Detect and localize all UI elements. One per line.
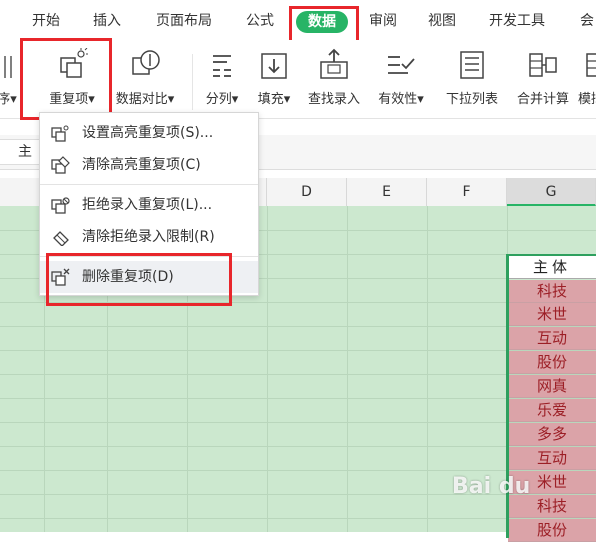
fill-icon (261, 53, 287, 79)
dropdown-list-button[interactable]: 下拉列表 (440, 48, 504, 107)
cell-duplicate[interactable]: 科技 (508, 280, 596, 303)
sort-icon (4, 56, 12, 78)
simulate-label: 模拟 (578, 92, 596, 107)
menu-item-set-highlight-duplicates[interactable]: 设置高亮重复项(S)... (40, 117, 258, 149)
menu-item-label: 清除拒绝录入限制(R) (82, 229, 215, 245)
simulate-icon (586, 53, 596, 77)
menu-item-developer[interactable]: 开发工具 (489, 10, 545, 32)
highlight-box-delete-duplicates (46, 253, 232, 306)
menu-item-clear-highlight-duplicates[interactable]: 清除高亮重复项(C) (40, 149, 258, 181)
consolidate-button[interactable]: 合并计算 (510, 48, 576, 107)
menu-item-reject-duplicate-entry[interactable]: 拒绝录入重复项(L)... (40, 189, 258, 221)
lookup-entry-icon (320, 48, 348, 79)
validity-button[interactable]: 有效性▾ (372, 48, 430, 107)
clear-reject-icon (53, 231, 69, 246)
simulate-button-partial[interactable]: 模拟 (578, 48, 596, 107)
column-header-F[interactable]: F (427, 178, 507, 206)
ribbon-separator (192, 54, 193, 110)
menu-item-label: 清除高亮重复项(C) (82, 157, 201, 173)
cell-duplicate[interactable]: 多多 (508, 423, 596, 446)
dropdown-list-icon (460, 51, 484, 79)
sort-button-partial[interactable]: 序▾ (0, 48, 18, 107)
cell-duplicate[interactable]: 互动 (508, 447, 596, 470)
cell-duplicate[interactable]: 互动 (508, 327, 596, 350)
menu-item-label: 设置高亮重复项(S)... (82, 125, 214, 141)
column-header-D[interactable]: D (267, 178, 347, 206)
menu-item-insert[interactable]: 插入 (93, 10, 121, 32)
column-header-A[interactable] (0, 178, 44, 206)
highlight-box-duplicates (20, 38, 112, 120)
consolidate-label: 合并计算 (516, 92, 569, 107)
consolidate-icon (529, 53, 557, 77)
fill-label: 填充 (257, 92, 284, 107)
fill-button[interactable]: 填充▾ (250, 48, 298, 107)
fill-arrow: ▾ (283, 92, 291, 107)
cell-duplicate[interactable]: 米世 (508, 303, 596, 326)
data-compare-button[interactable]: 数据对比▾ (108, 48, 182, 107)
clear-highlight-icon (51, 156, 70, 174)
highlight-duplicates-icon (51, 125, 69, 142)
data-compare-label: 数据对比 (115, 92, 168, 107)
split-columns-button[interactable]: 分列▾ (198, 48, 246, 107)
menu-item-home[interactable]: 开始 (32, 10, 60, 32)
cell-duplicate[interactable]: 网真 (508, 375, 596, 398)
validity-icon (388, 56, 415, 74)
lookup-entry-button[interactable]: 查找录入 (302, 48, 366, 107)
menu-item-member[interactable]: 会 (580, 10, 594, 32)
menu-item-review[interactable]: 审阅 (369, 10, 397, 32)
column-header-G[interactable]: G (507, 178, 596, 206)
sort-label: 序 (0, 92, 11, 107)
validity-arrow: ▾ (417, 92, 424, 107)
sort-arrow: ▾ (10, 92, 17, 107)
selection-border-top (506, 254, 596, 256)
menu-item-label: 拒绝录入重复项(L)... (82, 197, 213, 213)
menu-separator (40, 184, 258, 185)
data-compare-arrow: ▾ (167, 92, 175, 107)
data-compare-icon (132, 50, 160, 75)
cell-duplicate[interactable]: 股份 (508, 519, 596, 542)
validity-label: 有效性 (378, 92, 418, 107)
split-columns-icon (213, 55, 231, 77)
reject-duplicates-icon (51, 197, 70, 214)
menu-item-formulas[interactable]: 公式 (246, 10, 274, 32)
lookup-entry-label: 查找录入 (307, 92, 360, 107)
menu-item-page-layout[interactable]: 页面布局 (156, 10, 212, 32)
dropdown-list-label: 下拉列表 (445, 92, 498, 107)
menu-item-clear-reject-restriction[interactable]: 清除拒绝录入限制(R) (40, 221, 258, 253)
cell-duplicate[interactable]: 乐爱 (508, 399, 596, 422)
cell-duplicate[interactable]: 股份 (508, 351, 596, 374)
split-columns-arrow: ▾ (231, 92, 239, 107)
column-header-E[interactable]: E (347, 178, 427, 206)
cell-header[interactable]: 主体 (508, 256, 596, 279)
split-columns-label: 分列 (205, 92, 232, 107)
watermark: Bai du (452, 474, 531, 499)
menu-item-view[interactable]: 视图 (428, 10, 456, 32)
